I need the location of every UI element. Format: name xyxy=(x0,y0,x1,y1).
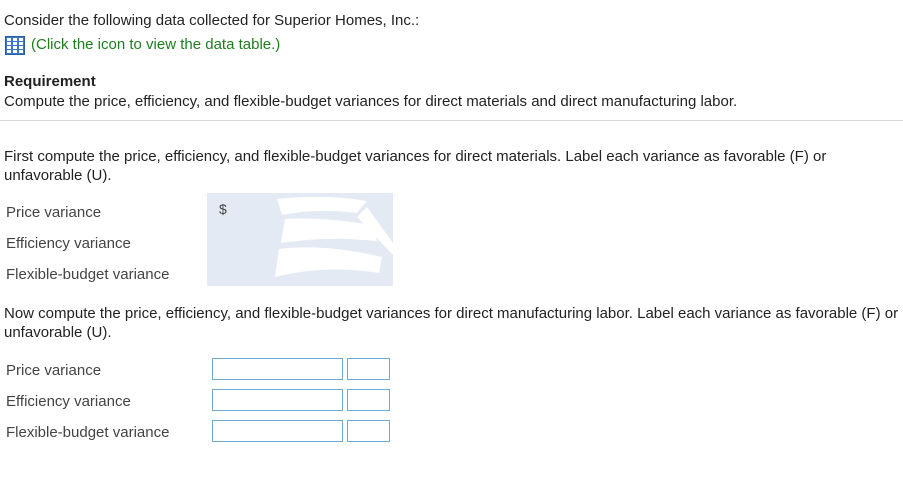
labor-flexible-budget-variance-amount-input[interactable] xyxy=(212,420,343,442)
materials-flexible-budget-variance-label: Flexible-budget variance xyxy=(6,266,170,283)
requirement-body: Compute the price, efficiency, and flexi… xyxy=(4,93,738,110)
data-table-link-text[interactable]: (Click the icon to view the data table.) xyxy=(31,35,280,55)
labor-price-variance-amount-input[interactable] xyxy=(212,358,343,380)
labor-flexible-budget-variance-fu-select[interactable] xyxy=(347,420,390,442)
materials-currency-symbol: $ xyxy=(219,201,227,217)
labor-efficiency-variance-fu-select[interactable] xyxy=(347,389,390,411)
intro-text: Consider the following data collected fo… xyxy=(4,12,420,29)
labor-price-variance-fu-select[interactable] xyxy=(347,358,390,380)
materials-answer-area[interactable] xyxy=(207,193,393,286)
materials-price-variance-label: Price variance xyxy=(6,204,102,221)
requirement-title: Requirement xyxy=(4,73,96,90)
labor-instruction: Now compute the price, efficiency, and f… xyxy=(4,305,899,341)
labor-price-variance-label: Price variance xyxy=(6,362,102,379)
data-table-link[interactable]: (Click the icon to view the data table.) xyxy=(5,35,280,55)
section-divider xyxy=(0,120,903,121)
table-icon[interactable] xyxy=(5,35,25,55)
materials-efficiency-variance-label: Efficiency variance xyxy=(6,235,131,252)
labor-efficiency-variance-label: Efficiency variance xyxy=(6,393,131,410)
redaction-scribble xyxy=(275,196,393,277)
labor-flexible-budget-variance-label: Flexible-budget variance xyxy=(6,424,170,441)
materials-instruction: First compute the price, efficiency, and… xyxy=(4,148,827,184)
labor-efficiency-variance-amount-input[interactable] xyxy=(212,389,343,411)
